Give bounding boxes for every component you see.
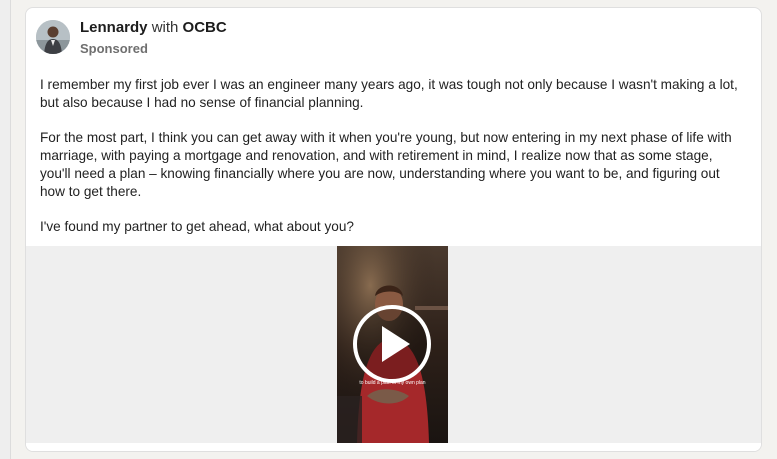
sponsored-post-card: Lennardy with OCBC Sponsored I remember … [25,7,762,452]
company-name[interactable]: OCBC [183,19,227,36]
card-footer [26,443,761,451]
post-body: I remember my first job ever I was an en… [40,76,746,253]
with-text: with [151,19,179,36]
post-paragraph: I've found my partner to get ahead, what… [40,219,354,234]
video-caption: to build a plan of my own plan [359,380,426,386]
author-name[interactable]: Lennardy [80,19,148,36]
avatar[interactable] [36,20,70,54]
post-paragraph: For the most part, I think you can get a… [40,130,732,199]
sponsored-label: Sponsored [80,41,148,56]
person-avatar-image [36,20,70,54]
video-player[interactable]: to build a plan of my own plan [337,246,448,443]
post-paragraph: I remember my first job ever I was an en… [40,77,738,110]
post-header: Lennardy with OCBC Sponsored [26,8,761,68]
media-area: to build a plan of my own plan [26,246,761,443]
left-rail [0,0,11,459]
author-line: Lennardy with OCBC [80,19,227,36]
play-circle-icon[interactable] [352,304,432,384]
